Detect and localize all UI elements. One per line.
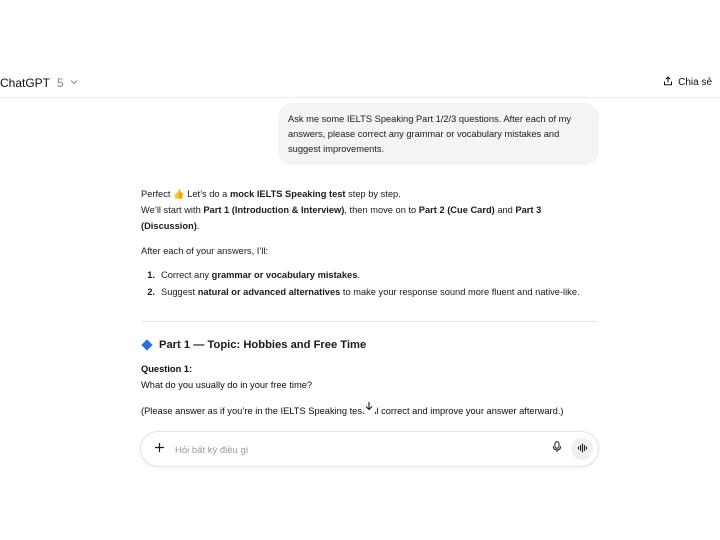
top-bar: ChatGPT 5 Chia sẻ <box>0 69 720 98</box>
share-label: Chia sẻ <box>678 77 712 88</box>
microphone-icon <box>552 440 562 458</box>
message-input[interactable] <box>173 441 537 459</box>
thumbs-up-emoji: 👍 <box>173 189 185 199</box>
dictate-button[interactable] <box>549 441 565 457</box>
intro-line-2: We’ll start with Part 1 (Introduction & … <box>141 205 542 231</box>
list-item: 2. Suggest natural or advanced alternativ… <box>147 286 580 297</box>
chevron-down-icon <box>70 78 78 88</box>
plus-icon <box>154 440 165 458</box>
part-heading: Part 1 — Topic: Hobbies and Free Time <box>141 339 366 351</box>
scroll-to-bottom-button[interactable] <box>361 399 377 415</box>
composer <box>140 431 599 467</box>
divider <box>141 321 598 322</box>
share-icon <box>663 76 673 89</box>
voice-mode-icon <box>577 440 588 458</box>
model-selector-button[interactable]: ChatGPT 5 <box>0 76 78 90</box>
intro-line: Perfect 👍 Let’s do a mock IELTS Speaking… <box>141 189 401 199</box>
model-name: ChatGPT <box>0 76 51 90</box>
assistant-message: Perfect 👍 Let’s do a mock IELTS Speaking… <box>141 186 601 300</box>
voice-mode-button[interactable] <box>571 438 593 460</box>
part-heading-text: Part 1 — Topic: Hobbies and Free Time <box>159 339 367 351</box>
question-label: Question 1: <box>141 364 193 374</box>
steps-list: 1. Correct any grammar or vocabulary mist… <box>141 266 601 300</box>
question-text: What do you usually do in your free time… <box>141 380 313 390</box>
add-attachment-button[interactable] <box>151 441 167 457</box>
list-item: 1. Correct any grammar or vocabulary mist… <box>147 269 360 280</box>
model-version: 5 <box>57 76 64 90</box>
arrow-down-icon <box>364 398 374 416</box>
after-answers-text: After each of your answers, I’ll: <box>141 246 269 256</box>
user-message-bubble: Ask me some IELTS Speaking Part 1/2/3 qu… <box>278 103 599 165</box>
blue-diamond-icon <box>141 339 153 351</box>
share-button[interactable]: Chia sẻ <box>663 76 712 89</box>
